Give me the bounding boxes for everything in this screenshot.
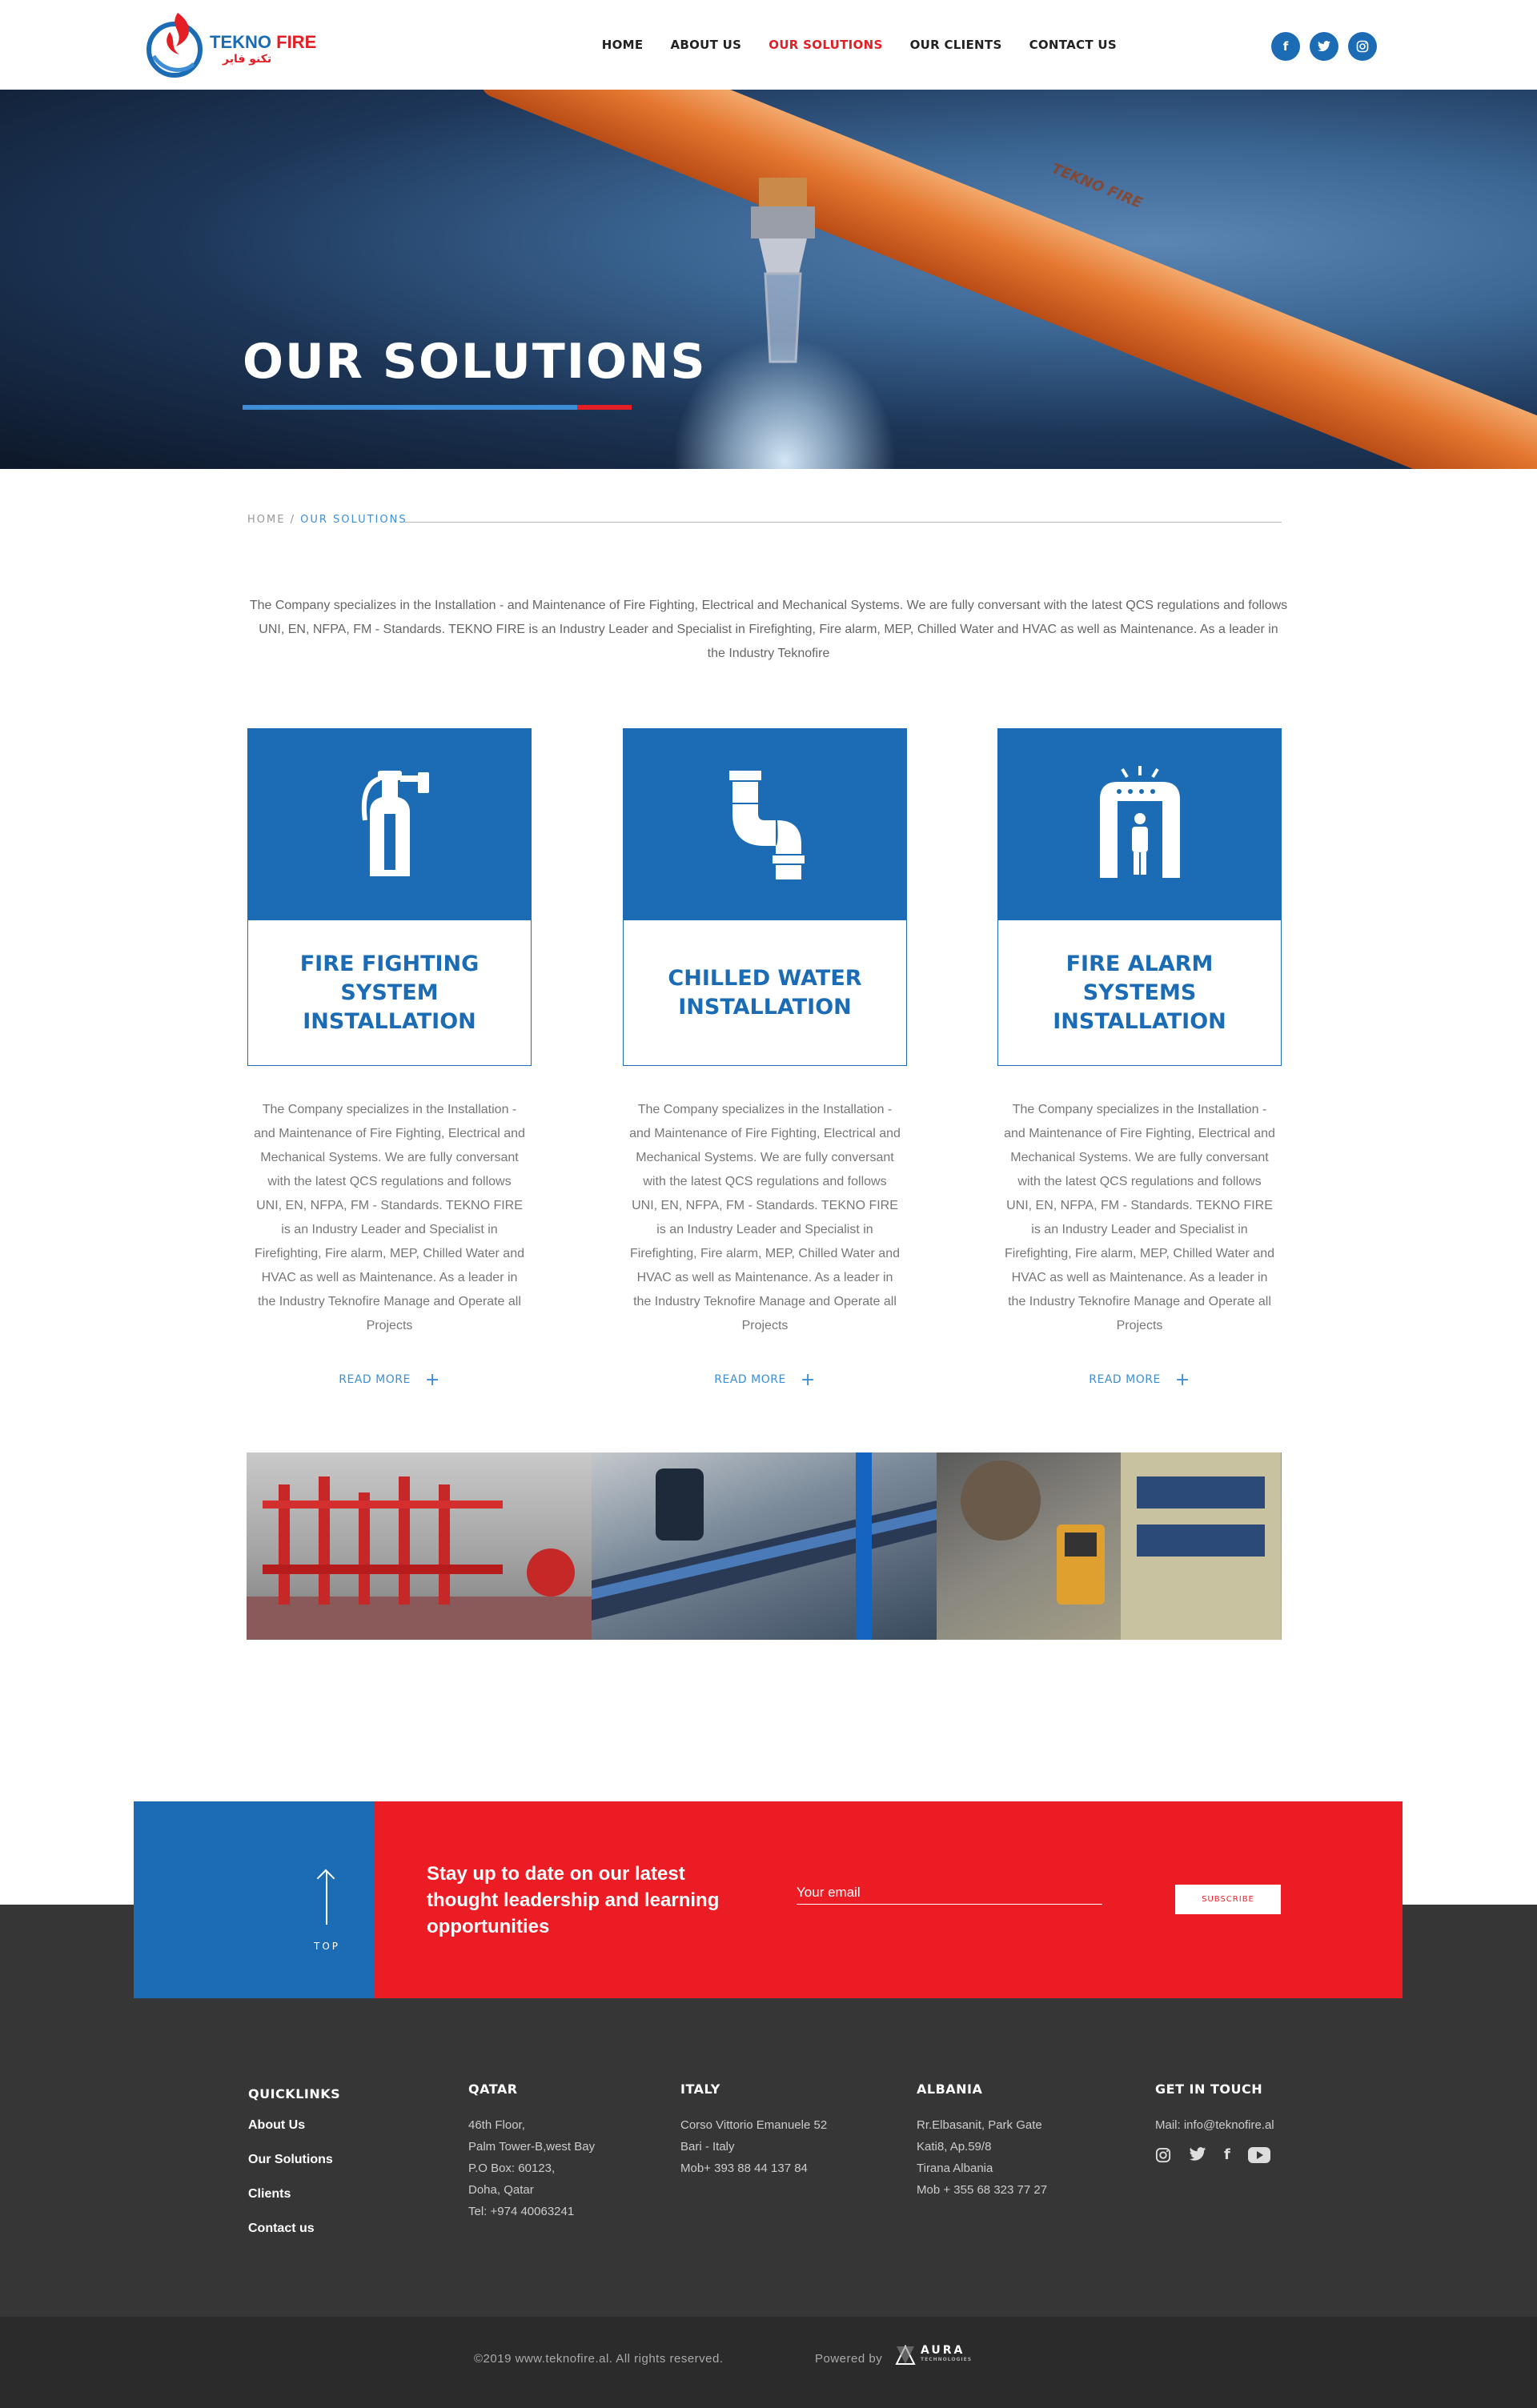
main-nav: HOME ABOUT US OUR SOLUTIONS OUR CLIENTS …	[602, 38, 1117, 52]
contact-mail[interactable]: Mail: info@teknofire.al	[1155, 2114, 1274, 2136]
newsletter-banner: TOP Stay up to date on our latest though…	[134, 1801, 1403, 1998]
card-icon-panel	[247, 728, 532, 920]
top-label: TOP	[314, 1941, 341, 1952]
address-line: Tirana Albania	[917, 2162, 993, 2175]
address-line: Doha, Qatar	[468, 2183, 534, 2197]
qatar-title: QATAR	[468, 2081, 518, 2097]
page-title: OUR SOLUTIONS	[243, 334, 707, 390]
nav-contact-us[interactable]: CONTACT US	[1029, 38, 1117, 52]
aura-brand: AURA	[921, 2344, 965, 2357]
footer-italy: ITALY Corso Vittorio Emanuele 52 Bari - …	[680, 2081, 827, 2179]
solution-card-chilled-water: CHILLED WATER INSTALLATION The Company s…	[623, 728, 907, 1390]
quicklinks-title: QUICKLINKS	[248, 2086, 341, 2101]
footer-albania: ALBANIA Rr.Elbasanit, Park Gate Kati8, A…	[917, 2081, 1047, 2201]
phone-line: Mob+ 393 88 44 137 84	[680, 2162, 808, 2175]
title-underline	[243, 405, 632, 410]
read-more-link[interactable]: READ MORE +	[247, 1370, 532, 1390]
plus-icon: +	[424, 1370, 440, 1390]
footer-qatar: QATAR 46th Floor, Palm Tower-B,west Bay …	[468, 2081, 595, 2222]
intro-text: The Company specializes in the Installat…	[249, 599, 1288, 660]
newsletter-form: Stay up to date on our latest thought le…	[374, 1801, 1403, 1998]
email-field[interactable]	[797, 1881, 1102, 1905]
footer-link-clients[interactable]: Clients	[248, 2177, 340, 2211]
solution-card-fire-alarm: FIRE ALARM SYSTEMS INSTALLATION The Comp…	[997, 728, 1282, 1390]
address-line: Kati8, Ap.59/8	[917, 2140, 992, 2154]
logo-subtitle: تكنو فاير	[223, 53, 272, 66]
twitter-icon[interactable]	[1310, 32, 1338, 61]
newsletter-heading: Stay up to date on our latest thought le…	[427, 1863, 720, 1937]
copyright-bar	[0, 2317, 1537, 2408]
read-more-link[interactable]: READ MORE +	[997, 1370, 1282, 1390]
hero-banner: TEKNO FIRE OUR SOLUTIONS	[0, 90, 1537, 469]
solution-card-fire-fighting: FIRE FIGHTING SYSTEM INSTALLATION The Co…	[247, 728, 532, 1390]
address-line: Rr.Elbasanit, Park Gate	[917, 2118, 1042, 2132]
pipe-icon	[728, 771, 805, 879]
breadcrumb-divider	[404, 522, 1282, 523]
instagram-icon[interactable]	[1348, 32, 1377, 61]
footer-link-about[interactable]: About Us	[248, 2108, 340, 2142]
phone-line: Mob + 355 68 323 77 27	[917, 2183, 1048, 2197]
card-description: The Company specializes in the Installat…	[629, 1103, 901, 1332]
solutions-gallery	[247, 1452, 1282, 1640]
breadcrumb-separator: /	[285, 514, 301, 526]
twitter-icon[interactable]	[1189, 2147, 1206, 2162]
footer-link-solutions[interactable]: Our Solutions	[248, 2142, 340, 2177]
plus-icon: +	[1174, 1370, 1190, 1390]
nav-home[interactable]: HOME	[602, 38, 644, 52]
aura-sub: TECHNOLOGIES	[921, 2357, 973, 2362]
facebook-icon[interactable]: f	[1271, 32, 1300, 61]
alarm-gate-icon	[1099, 766, 1180, 878]
address-line: Bari - Italy	[680, 2140, 735, 2154]
nav-our-clients[interactable]: OUR CLIENTS	[910, 38, 1002, 52]
header-socials: f	[1271, 32, 1377, 61]
aura-logo[interactable]: AURA TECHNOLOGIES	[895, 2345, 972, 2366]
logo[interactable]: TEKNO FIRE تكنو فاير	[146, 8, 316, 80]
breadcrumb: HOME / OUR SOLUTIONS	[247, 514, 407, 526]
fire-pipes-photo	[247, 1452, 592, 1640]
logo-title: TEKNO FIRE	[210, 32, 317, 52]
powered-by-label: Powered by	[815, 2352, 883, 2366]
card-title: CHILLED WATER INSTALLATION	[623, 920, 907, 1066]
card-icon-panel	[997, 728, 1282, 920]
nav-our-solutions[interactable]: OUR SOLUTIONS	[768, 38, 882, 52]
instagram-icon[interactable]	[1155, 2147, 1171, 2163]
site-header: TEKNO FIRE تكنو فاير HOME ABOUT US OUR S…	[0, 0, 1537, 90]
pipe-brand-label: TEKNO FIRE	[1049, 160, 1145, 212]
subscribe-button[interactable]: SUBSCRIBE	[1175, 1885, 1281, 1914]
card-icon-panel	[623, 728, 907, 920]
electrical-panel-photo	[937, 1452, 1282, 1640]
footer-link-contact[interactable]: Contact us	[248, 2211, 340, 2246]
read-more-link[interactable]: READ MORE +	[623, 1370, 907, 1390]
breadcrumb-current: OUR SOLUTIONS	[300, 514, 407, 526]
address-line: Corso Vittorio Emanuele 52	[680, 2118, 828, 2132]
address-line: Palm Tower-B,west Bay	[468, 2140, 596, 2154]
breadcrumb-home[interactable]: HOME	[247, 514, 285, 526]
plus-icon: +	[800, 1370, 816, 1390]
back-to-top[interactable]: TOP	[134, 1801, 374, 1998]
logo-flame-icon	[146, 13, 203, 78]
footer-contact: GET IN TOUCH Mail: info@teknofire.al f	[1155, 2081, 1274, 2163]
contact-title: GET IN TOUCH	[1155, 2081, 1263, 2097]
nav-about-us[interactable]: ABOUT US	[670, 38, 741, 52]
arrow-up-icon	[326, 1872, 327, 1925]
card-title: FIRE FIGHTING SYSTEM INSTALLATION	[247, 920, 532, 1066]
aura-logo-icon	[895, 2345, 916, 2365]
address-line: P.O Box: 60123,	[468, 2162, 556, 2175]
italy-title: ITALY	[680, 2081, 720, 2097]
albania-title: ALBANIA	[917, 2081, 983, 2097]
chilled-water-pipe-photo	[592, 1452, 937, 1640]
footer-quicklinks: QUICKLINKS About Us Our Solutions Client…	[248, 2081, 340, 2246]
card-title: FIRE ALARM SYSTEMS INSTALLATION	[997, 920, 1282, 1066]
card-description: The Company specializes in the Installat…	[1004, 1103, 1275, 1332]
facebook-icon[interactable]: f	[1224, 2147, 1230, 2163]
phone-line: Tel: +974 40063241	[468, 2205, 575, 2218]
fire-extinguisher-icon	[361, 771, 429, 876]
orange-pipe	[476, 90, 1537, 469]
footer-socials: f	[1155, 2147, 1274, 2163]
copyright-text: ©2019 www.teknofire.al. All rights reser…	[474, 2352, 724, 2366]
card-description: The Company specializes in the Installat…	[254, 1103, 525, 1332]
youtube-icon[interactable]	[1247, 2147, 1270, 2163]
address-line: 46th Floor,	[468, 2118, 525, 2132]
